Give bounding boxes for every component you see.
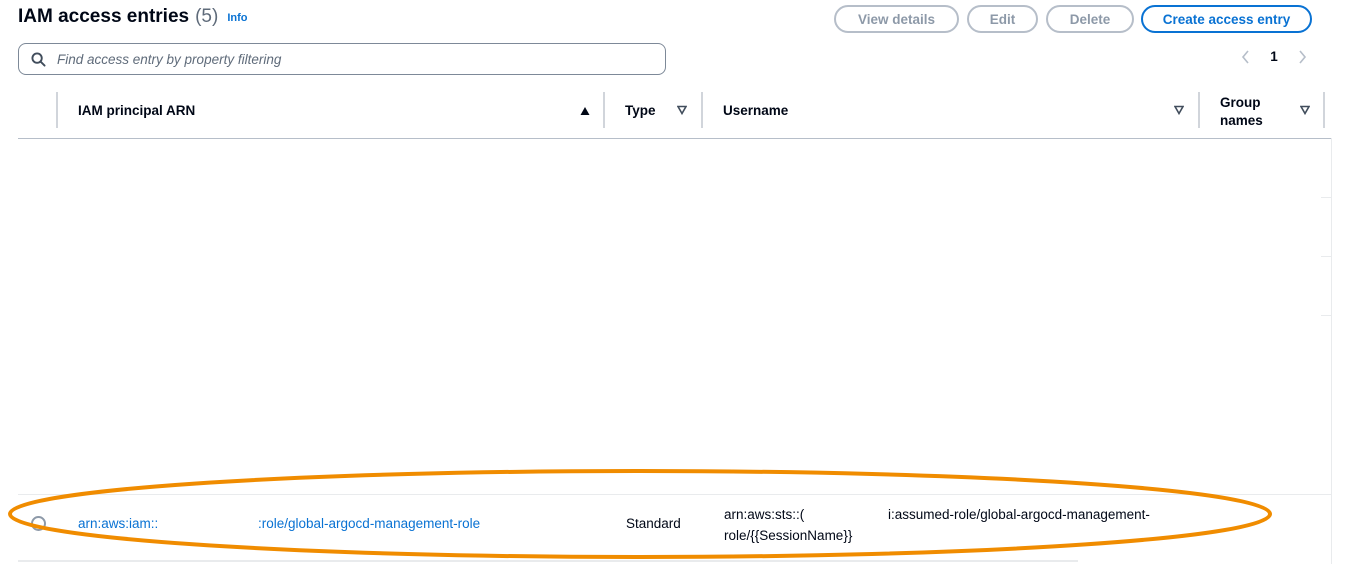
page-title: IAM access entries [18,6,190,27]
pagination: 1 [1236,49,1312,64]
search-icon [31,51,46,67]
column-header-arn[interactable]: IAM principal ARN [78,103,195,118]
column-header-type[interactable]: Type [625,103,656,118]
page-header: IAM access entries (5) Info [18,6,248,28]
column-divider [56,92,58,128]
table-edge-tick [1321,197,1331,198]
type-cell: Standard [626,516,681,531]
sort-icon[interactable] [677,105,687,115]
table-edge-tick [1321,256,1331,257]
search-input[interactable] [55,50,639,68]
view-details-button[interactable]: View details [834,5,959,33]
column-divider[interactable] [1198,92,1200,128]
page-number[interactable]: 1 [1256,49,1292,64]
sort-ascending-icon[interactable] [580,106,590,116]
search-field[interactable] [18,43,666,75]
table-edge-tick [1321,315,1331,316]
table-edge [1331,138,1332,564]
column-divider[interactable] [1323,92,1325,128]
column-header-group-names[interactable]: Group names [1220,94,1282,130]
delete-button[interactable]: Delete [1046,5,1134,33]
edit-button[interactable]: Edit [967,5,1038,33]
row-divider [18,494,1332,495]
username-line1-suffix: i:assumed-role/global-argocd-management- [888,507,1150,522]
column-header-username[interactable]: Username [723,103,788,118]
username-line1-prefix: arn:aws:sts::( [724,507,805,522]
arn-link-prefix[interactable]: arn:aws:iam:: [78,516,158,531]
table-header: IAM principal ARN Type Username Group na… [18,86,1332,139]
sort-icon[interactable] [1174,105,1184,115]
highlight-ellipse [8,469,1272,559]
arn-link-suffix[interactable]: :role/global-argocd-management-role [258,516,480,531]
chevron-left-icon[interactable] [1236,49,1256,64]
sort-icon[interactable] [1300,105,1310,115]
username-line2: role/{{SessionName}} [724,528,853,543]
column-divider[interactable] [701,92,703,128]
create-access-entry-button[interactable]: Create access entry [1141,5,1312,33]
chevron-right-icon[interactable] [1292,49,1312,64]
info-link[interactable]: Info [227,12,247,24]
entry-count: (5) [195,6,219,27]
row-select-radio[interactable] [31,516,46,531]
row-divider [18,560,1078,562]
column-divider[interactable] [603,92,605,128]
